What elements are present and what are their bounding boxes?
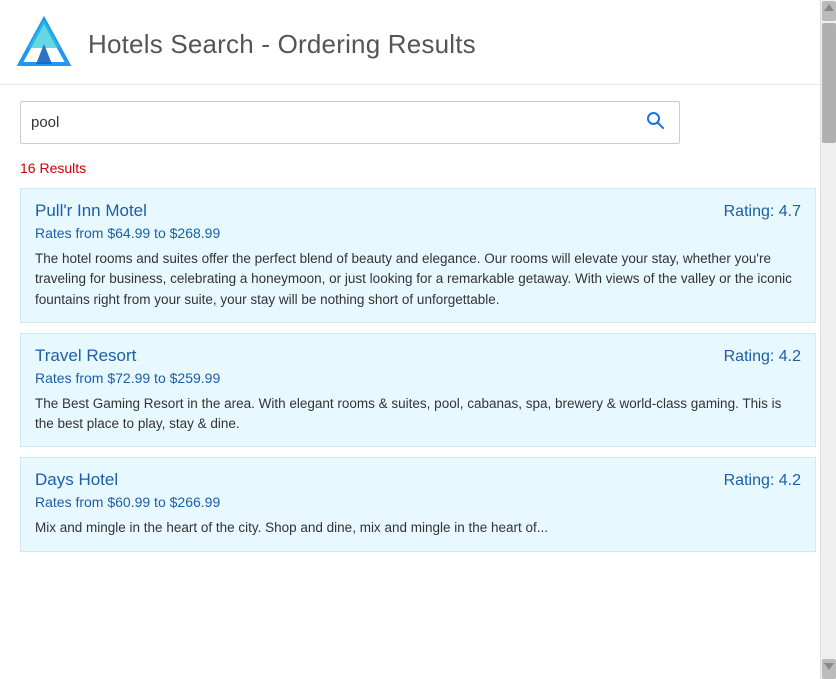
- search-box: [20, 101, 680, 144]
- results-list: Pull'r Inn Motel Rating: 4.7 Rates from …: [0, 188, 836, 562]
- scrollbar-thumb[interactable]: [822, 23, 836, 143]
- hotel-description-1: The Best Gaming Resort in the area. With…: [35, 394, 801, 435]
- hotel-description-2: Mix and mingle in the heart of the city.…: [35, 518, 801, 538]
- search-icon: [645, 110, 665, 130]
- hotel-card-0: Pull'r Inn Motel Rating: 4.7 Rates from …: [20, 188, 816, 323]
- page-header: Hotels Search - Ordering Results: [0, 0, 836, 85]
- hotel-name-0[interactable]: Pull'r Inn Motel: [35, 201, 147, 221]
- hotel-description-0: The hotel rooms and suites offer the per…: [35, 249, 801, 310]
- hotel-card-2: Days Hotel Rating: 4.2 Rates from $60.99…: [20, 457, 816, 551]
- hotel-card-1: Travel Resort Rating: 4.2 Rates from $72…: [20, 333, 816, 448]
- search-area: [0, 85, 836, 160]
- results-count: 16 Results: [0, 160, 836, 188]
- scrollbar-down-arrow[interactable]: [822, 659, 836, 679]
- hotel-rating-0: Rating: 4.7: [724, 203, 801, 221]
- search-input[interactable]: [31, 114, 641, 131]
- hotel-card-header-0: Pull'r Inn Motel Rating: 4.7: [35, 201, 801, 221]
- hotel-name-1[interactable]: Travel Resort: [35, 346, 136, 366]
- hotel-rates-2: Rates from $60.99 to $266.99: [35, 494, 801, 510]
- hotel-rates-1: Rates from $72.99 to $259.99: [35, 370, 801, 386]
- scrollbar[interactable]: [820, 0, 836, 679]
- app-logo-icon: [16, 16, 72, 72]
- hotel-name-2[interactable]: Days Hotel: [35, 470, 118, 490]
- search-button[interactable]: [641, 108, 669, 137]
- hotel-rates-0: Rates from $64.99 to $268.99: [35, 225, 801, 241]
- page-title: Hotels Search - Ordering Results: [88, 29, 476, 60]
- hotel-rating-1: Rating: 4.2: [724, 348, 801, 366]
- scrollbar-up-arrow[interactable]: [822, 1, 836, 21]
- hotel-card-header-2: Days Hotel Rating: 4.2: [35, 470, 801, 490]
- hotel-card-header-1: Travel Resort Rating: 4.2: [35, 346, 801, 366]
- hotel-rating-2: Rating: 4.2: [724, 472, 801, 490]
